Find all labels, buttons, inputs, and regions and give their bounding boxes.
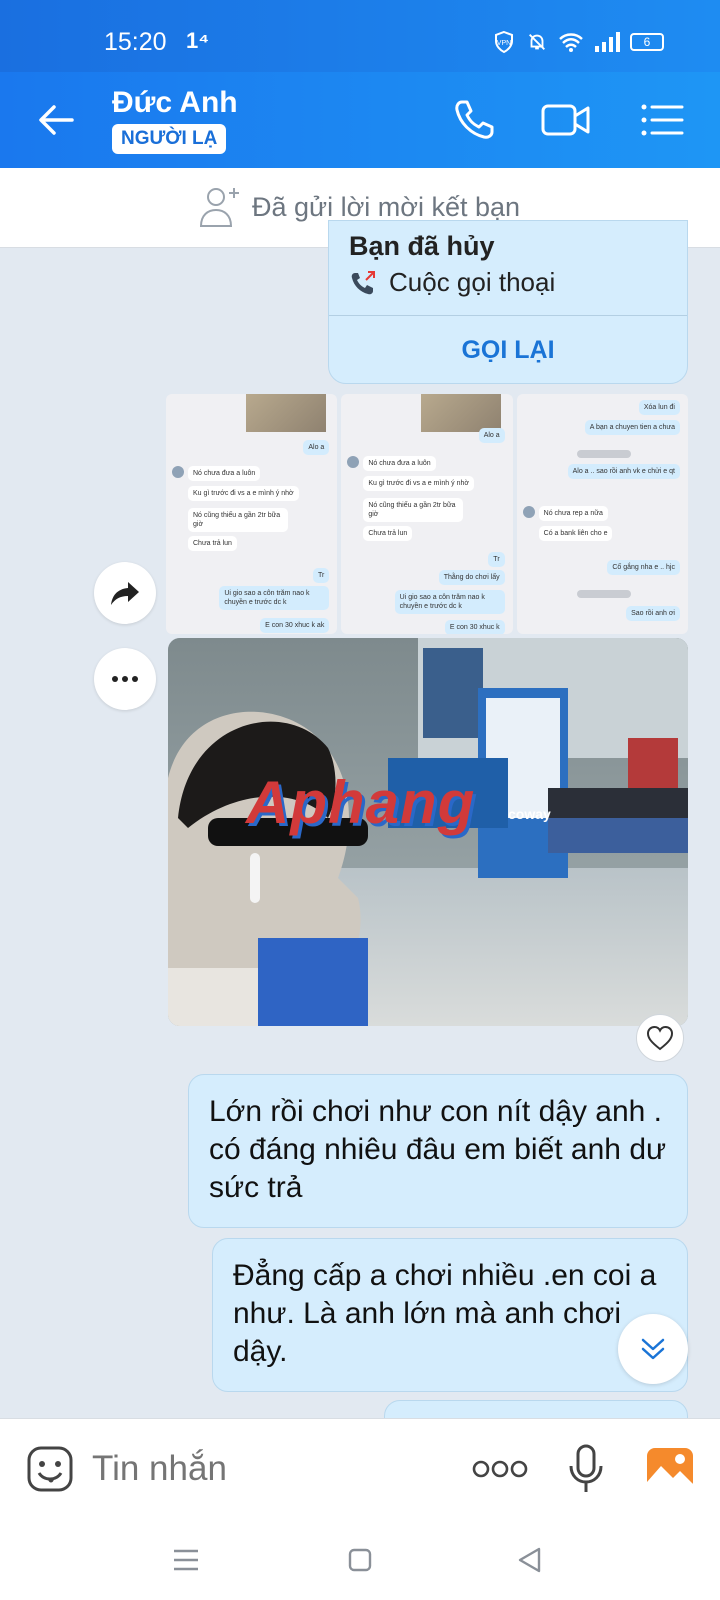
gallery-icon — [647, 1448, 693, 1490]
menu-list-icon[interactable] — [636, 96, 688, 144]
bell-off-icon — [529, 34, 545, 50]
screenshot-thumbnail[interactable]: Xóa lun đi A bạn a chuyen tien a chưa Al… — [516, 394, 688, 634]
battery-icon: 6 — [630, 33, 664, 51]
avatar — [172, 466, 184, 478]
message-bubble[interactable]: Lớn rồi chơi như con nít dậy anh . có đá… — [188, 1074, 688, 1228]
more-button[interactable] — [94, 648, 156, 710]
thumb-message: Alo a — [478, 428, 505, 443]
back-triangle-icon — [518, 1547, 541, 1573]
thumb-message: Ui gio sao a côn trăm nao k chuyền e trư… — [219, 586, 330, 610]
share-icon — [111, 582, 139, 605]
system-nav-bar — [0, 1518, 720, 1600]
friend-request-status: Đã gửi lời mời kết bạn — [252, 192, 521, 222]
recent-apps-button[interactable] — [166, 1540, 206, 1580]
status-bar: 15:20 1⁴ VPN 6 — [0, 0, 720, 72]
thumb-message: Ku gì trước đi vs a e mình ý nhờ — [363, 476, 474, 491]
svg-text:VPN: VPN — [497, 40, 511, 47]
more-options-button[interactable] — [470, 1443, 530, 1495]
thumb-message: Nó chưa đưa a luôn — [188, 466, 261, 481]
screenshot-thumbnail[interactable]: Alo a Nó chưa đưa a luôn Ku gì trước đi … — [341, 394, 513, 634]
date-separator — [576, 450, 631, 458]
emoji-icon — [27, 1446, 73, 1492]
thumb-message: Alo a .. sao rồi anh vk e chửi e qt — [567, 464, 680, 479]
avatar — [347, 456, 360, 468]
thumb-message: Có a bank liên cho e — [538, 526, 613, 541]
add-friend-icon — [199, 188, 239, 227]
stranger-badge: NGƯỜI LẠ — [112, 124, 227, 154]
thumb-message: Cố gắng nha e .. hjc — [607, 560, 680, 575]
home-button[interactable] — [340, 1540, 380, 1580]
more-options-icon — [472, 1460, 528, 1478]
contact-name[interactable]: Đức Anh — [112, 86, 238, 120]
home-square-icon — [348, 1548, 372, 1572]
thumb-message: Nó cũng thiếu a gần 2tr bữa giờ — [363, 498, 464, 522]
photo-thumbnail — [421, 394, 502, 432]
back-nav-button[interactable] — [510, 1540, 550, 1580]
thumb-message: Ui gio sao a côn trăm nao k chuyền e trư… — [394, 590, 505, 614]
thumb-message: Chưa trả lun — [363, 526, 413, 541]
message-bubble[interactable]: Đẳng cấp a chơi nhiều .en coi a như. Là … — [212, 1238, 688, 1392]
status-time: 15:20 — [104, 28, 167, 56]
voice-button[interactable] — [560, 1443, 612, 1495]
video-call-icon[interactable] — [540, 96, 592, 144]
screenshot-thumbnail[interactable]: Alo a Nó chưa đưa a luôn Ku gì trước đi … — [166, 394, 338, 634]
message-composer — [0, 1418, 720, 1518]
react-heart-button[interactable] — [636, 1014, 684, 1062]
back-icon[interactable] — [34, 98, 78, 142]
heart-icon — [646, 1025, 674, 1051]
thumb-message: Xóa lun đi — [638, 400, 680, 415]
thumb-message: Ku gì trước đi vs a e mình ý nhờ — [188, 486, 299, 501]
thumb-message: Nó chưa đưa a luôn — [363, 456, 436, 471]
signal-icon — [595, 32, 620, 52]
brand-sign: coway — [508, 806, 551, 822]
notification-count: 1⁴ — [186, 28, 210, 53]
message-input[interactable] — [92, 1449, 432, 1489]
gallery-button[interactable] — [644, 1443, 696, 1495]
thumb-message: A bạn a chuyen tien a chưa — [584, 420, 680, 435]
scroll-down-button[interactable] — [618, 1314, 688, 1384]
thumb-message: Alo a — [303, 440, 330, 455]
thumb-message: Nó cũng thiếu a gần 2tr bữa giờ — [188, 508, 288, 532]
thumb-message: Tr — [488, 552, 505, 567]
divider — [329, 315, 687, 316]
avatar — [522, 506, 535, 518]
status-icons: VPN 6 — [492, 30, 664, 54]
thumb-message: E con 30 xhuc k — [444, 620, 505, 634]
thumb-message: Chưa trả lun — [188, 536, 237, 551]
screenshot-gallery[interactable]: Alo a Nó chưa đưa a luôn Ku gì trước đi … — [166, 394, 688, 634]
photo-thumbnail — [246, 394, 326, 432]
call-back-button[interactable]: GỌI LẠI — [329, 317, 687, 383]
date-separator — [576, 590, 631, 598]
chat-header: Đức Anh NGƯỜI LẠ — [0, 72, 720, 168]
thumb-message: Sao rồi anh ơi — [626, 606, 680, 621]
thumb-message: Nó chưa rep a nữa — [538, 506, 608, 521]
watermark-text: Aphang — [246, 769, 476, 836]
thumb-message: Tr — [312, 568, 330, 583]
call-card: Bạn đã hủy Cuộc gọi thoại GỌI LẠI — [328, 220, 688, 384]
photo-message[interactable]: Aphang coway — [168, 638, 688, 1026]
microphone-icon — [569, 1444, 603, 1492]
double-chevron-down-icon — [641, 1338, 665, 1360]
call-type-label: Cuộc gọi thoại — [389, 267, 556, 297]
call-type: Cuộc gọi thoại — [349, 267, 555, 298]
emoji-button[interactable] — [24, 1443, 76, 1495]
vpn-icon: VPN — [495, 30, 513, 54]
more-dots-icon — [112, 676, 138, 682]
call-status: Bạn đã hủy — [349, 231, 495, 261]
wifi-icon — [559, 33, 583, 52]
missed-call-icon — [351, 270, 375, 294]
thumb-message: Thằng do chơi lấy — [438, 570, 505, 585]
share-button[interactable] — [94, 562, 156, 624]
thumb-message: E con 30 xhuc k ak — [260, 618, 330, 633]
phone-icon[interactable] — [450, 96, 502, 144]
menu-icon — [174, 1549, 198, 1571]
